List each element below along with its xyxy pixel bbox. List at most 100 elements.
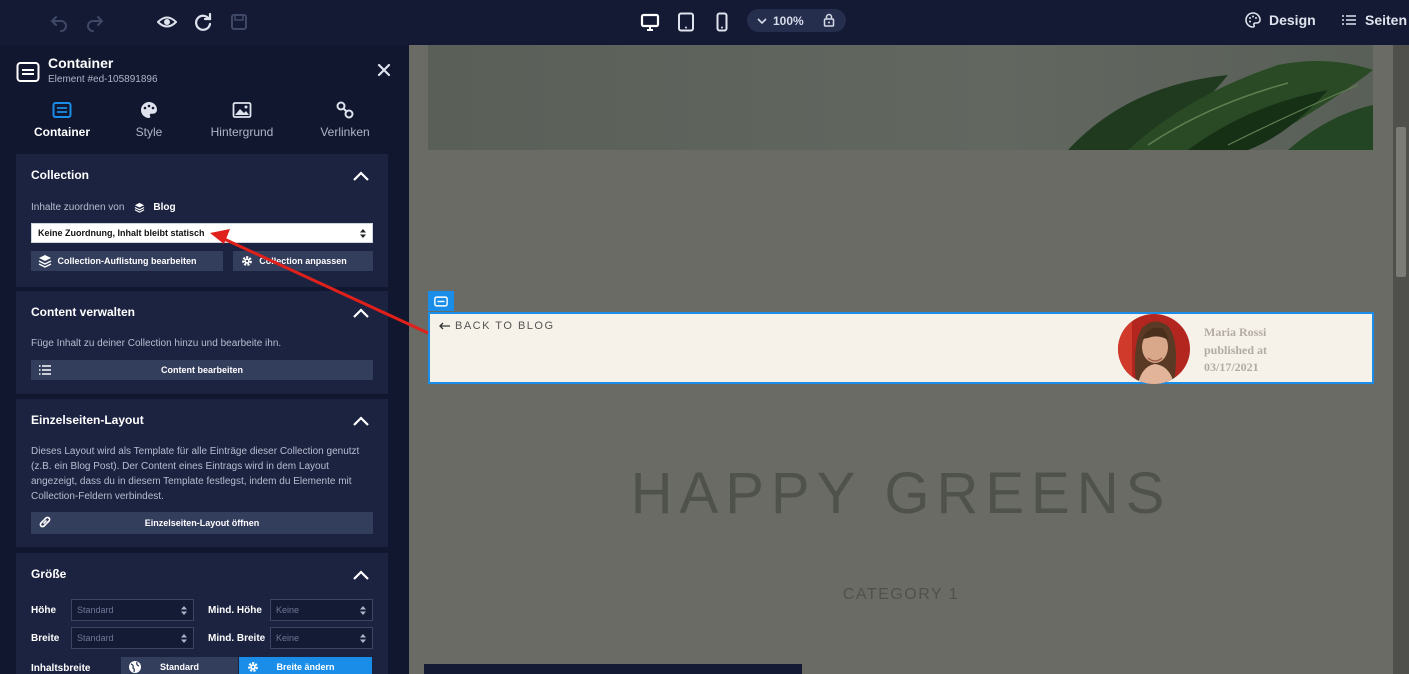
zoom-level: 100%: [773, 13, 804, 28]
edit-collection-listing-button[interactable]: Collection-Auflistung bearbeiten: [31, 251, 223, 271]
size-section: Größe Höhe Standard Mind. Höhe Keine Bre…: [16, 553, 388, 674]
top-toolbar: 100% Design Seiten: [0, 0, 1409, 45]
chevron-up-icon[interactable]: [352, 415, 370, 427]
plant-leaves-image: [1068, 61, 1373, 150]
width-select[interactable]: Standard: [71, 627, 194, 649]
tab-style[interactable]: Style: [104, 101, 194, 139]
lock-icon[interactable]: [822, 13, 836, 27]
description-line: angezeigt, dass du in diesem Template fe…: [31, 476, 352, 487]
section-title: Größe: [31, 567, 67, 581]
preview-eye-icon[interactable]: [155, 10, 179, 34]
zoom-control[interactable]: 100%: [747, 9, 846, 32]
tab-container[interactable]: Container: [17, 101, 107, 139]
refresh-icon[interactable]: [191, 10, 215, 34]
section-title: Einzelseiten-Layout: [31, 413, 144, 427]
list-icon: [1342, 15, 1356, 25]
tab-label: Container: [33, 125, 90, 139]
field-value: Standard: [77, 633, 114, 643]
chevron-up-icon[interactable]: [352, 170, 370, 182]
image-icon: [232, 102, 252, 118]
customize-collection-button[interactable]: Collection anpassen: [233, 251, 373, 271]
section-title: Collection: [31, 168, 90, 182]
min-height-select[interactable]: Keine: [270, 599, 373, 621]
link-icon: [336, 101, 354, 119]
page-title[interactable]: HAPPY GREENS: [409, 460, 1393, 527]
description-line: Collection-Feldern verbindest.: [31, 491, 164, 502]
panel-header: Container Element #ed-105891896: [0, 45, 409, 95]
select-arrows-icon: [181, 634, 187, 643]
panel-tabs: Container Style Hintergrund Verlinken: [15, 101, 395, 145]
tab-background[interactable]: Hintergrund: [197, 101, 287, 139]
selected-container[interactable]: BACK TO BLOG Maria Rossi published at 03…: [428, 312, 1374, 384]
select-arrows-icon: [360, 229, 366, 238]
section-description: Dieses Layout wird als Template für alle…: [31, 444, 359, 504]
section-title: Content verwalten: [31, 305, 136, 319]
link-icon: [39, 516, 51, 528]
author-info: Maria Rossi published at 03/17/2021: [1204, 324, 1267, 377]
select-value: Keine Zuordnung, Inhalt bleibt statisch: [38, 228, 205, 238]
undo-icon[interactable]: [47, 10, 71, 34]
min-height-label: Mind. Höhe: [208, 605, 262, 616]
tab-label: Verlinken: [320, 125, 370, 139]
category-label[interactable]: CATEGORY 1: [409, 586, 1393, 604]
panel-title: Container: [48, 55, 114, 71]
min-width-select[interactable]: Keine: [270, 627, 373, 649]
scrollbar-thumb[interactable]: [1396, 127, 1406, 277]
standard-width-button[interactable]: Standard: [121, 657, 238, 674]
arrow-left-icon: [439, 322, 450, 330]
back-link-label: BACK TO BLOG: [455, 320, 555, 332]
palette-icon: [141, 102, 157, 118]
tablet-icon[interactable]: [674, 10, 698, 34]
chevron-up-icon[interactable]: [352, 307, 370, 319]
field-value: Keine: [276, 605, 300, 615]
width-label: Breite: [31, 633, 60, 644]
chevron-up-icon[interactable]: [352, 569, 370, 581]
button-label: Standard: [159, 662, 199, 672]
mobile-icon[interactable]: [710, 10, 734, 34]
collection-mapping-select[interactable]: Keine Zuordnung, Inhalt bleibt statisch: [31, 223, 373, 243]
open-single-layout-button[interactable]: Einzelseiten-Layout öffnen: [31, 512, 373, 534]
page-canvas[interactable]: BACK TO BLOG Maria Rossi published at 03…: [409, 45, 1409, 674]
author-photo: [1118, 314, 1190, 384]
canvas-scrollbar[interactable]: [1393, 45, 1409, 674]
select-arrows-icon: [181, 606, 187, 615]
panel-subtitle: Element #ed-105891896: [48, 74, 158, 85]
button-label: Breite ändern: [276, 662, 335, 672]
desktop-icon[interactable]: [638, 10, 662, 34]
assign-label: Inhalte zuordnen von: [31, 202, 125, 213]
redo-icon[interactable]: [83, 10, 107, 34]
change-width-button[interactable]: Breite ändern: [239, 657, 372, 674]
assign-value: Blog: [153, 202, 176, 213]
gear-icon: [248, 662, 258, 672]
description-line: Dieses Layout wird als Template für alle…: [31, 446, 360, 457]
pages-label: Seiten: [1365, 12, 1408, 28]
tab-link[interactable]: Verlinken: [300, 101, 390, 139]
single-page-layout-section: Einzelseiten-Layout Dieses Layout wird a…: [16, 399, 388, 547]
pages-button[interactable]: Seiten: [1341, 12, 1407, 28]
author-name: Maria Rossi: [1204, 325, 1267, 339]
design-button[interactable]: Design: [1245, 12, 1316, 28]
content-width-label: Inhaltsbreite: [31, 663, 91, 674]
back-to-blog-link[interactable]: BACK TO BLOG: [439, 320, 555, 332]
tab-label: Hintergrund: [210, 125, 274, 139]
field-value: Standard: [77, 605, 114, 615]
layers-icon: [38, 255, 52, 268]
section-description: Füge Inhalt zu deiner Collection hinzu u…: [31, 338, 282, 349]
container-icon: [16, 62, 40, 82]
design-label: Design: [1269, 12, 1316, 28]
save-icon[interactable]: [227, 10, 251, 34]
palette-icon: [1245, 12, 1261, 28]
button-label: Collection-Auflistung bearbeiten: [57, 256, 197, 266]
container-selection-handle[interactable]: [428, 291, 454, 311]
button-label: Einzelseiten-Layout öffnen: [144, 518, 260, 528]
list-icon: [39, 365, 51, 375]
height-label: Höhe: [31, 605, 56, 616]
close-icon[interactable]: [376, 62, 392, 78]
dark-content-block[interactable]: [424, 664, 802, 674]
edit-content-button[interactable]: Content bearbeiten: [31, 360, 373, 380]
height-select[interactable]: Standard: [71, 599, 194, 621]
hero-image[interactable]: [428, 45, 1373, 150]
content-management-section: Content verwalten Füge Inhalt zu deiner …: [16, 291, 388, 394]
globe-icon: [129, 661, 141, 673]
select-arrows-icon: [360, 606, 366, 615]
